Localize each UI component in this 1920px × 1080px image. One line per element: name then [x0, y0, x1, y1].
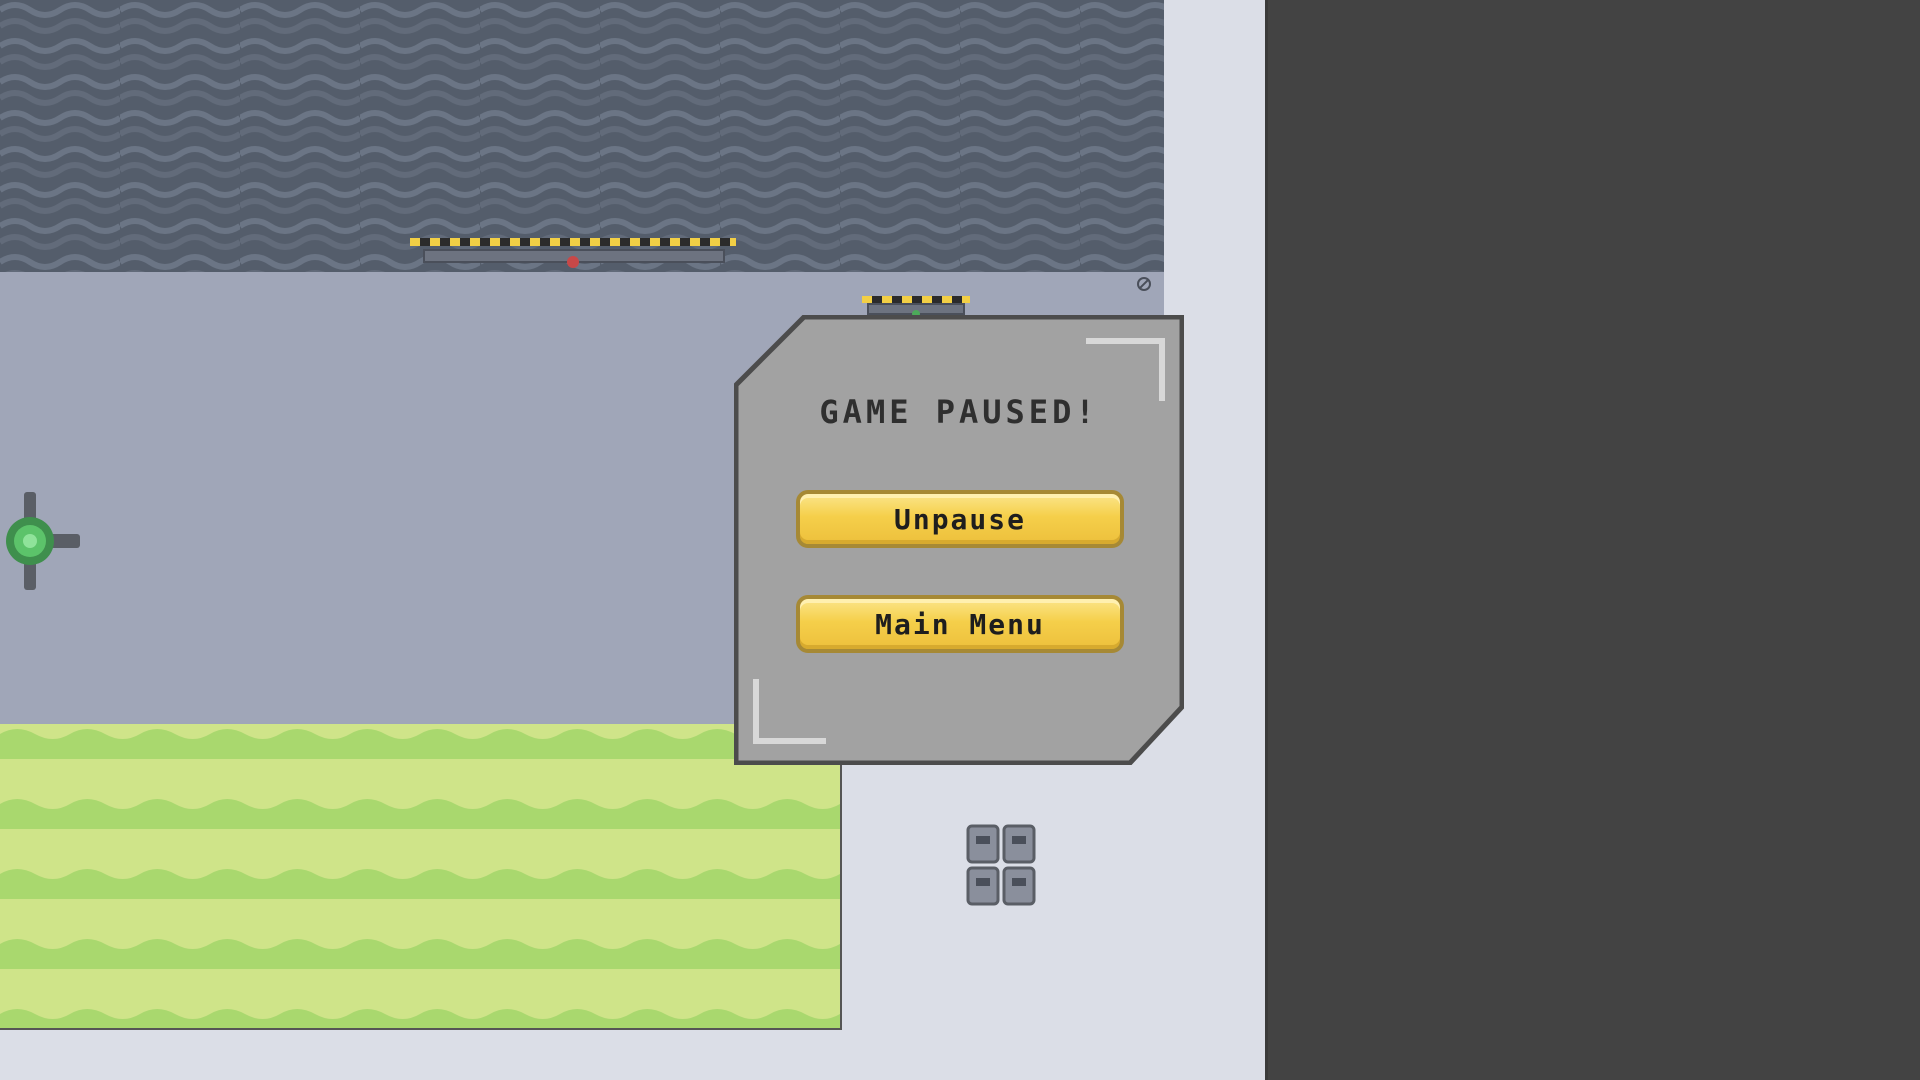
- unpause-button[interactable]: Unpause: [796, 490, 1124, 548]
- main-menu-button[interactable]: Main Menu: [796, 595, 1124, 653]
- acid-pool: [0, 724, 842, 1030]
- vent-grate-icon: [966, 824, 1036, 906]
- green-orb-turret-icon: [6, 492, 80, 590]
- ceiling-rock: [0, 0, 1164, 276]
- side-pane: [1268, 0, 1920, 1080]
- close-icon[interactable]: [1136, 276, 1152, 292]
- pause-title: GAME PAUSED!: [819, 393, 1099, 431]
- pause-menu-panel: GAME PAUSED! Unpause Main Menu: [734, 315, 1184, 765]
- hazard-stripe-platform-icon: [410, 238, 736, 268]
- game-viewport: GAME PAUSED! Unpause Main Menu: [0, 0, 1268, 1080]
